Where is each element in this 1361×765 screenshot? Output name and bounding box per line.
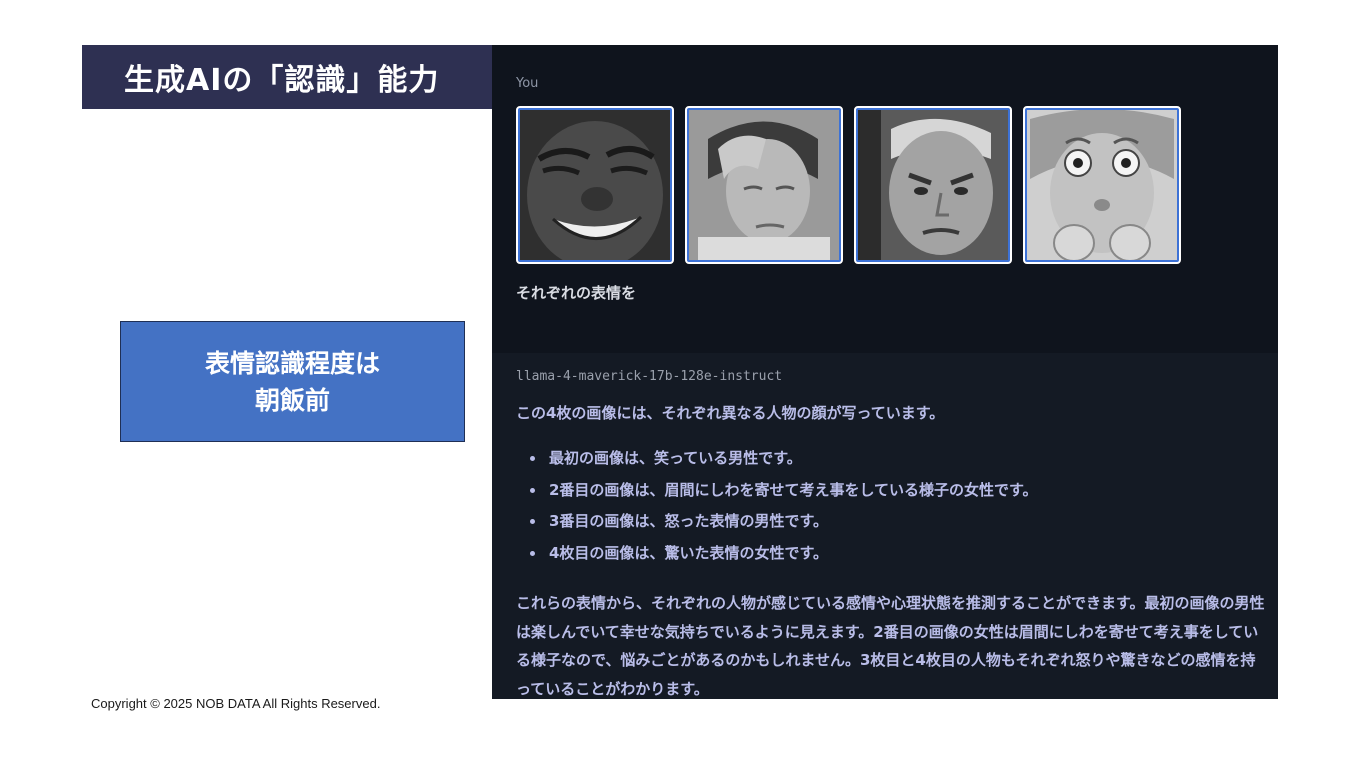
slide-title: 生成AIの「認識」能力 xyxy=(82,45,492,109)
user-prompt: それぞれの表情を xyxy=(516,284,637,302)
attached-images xyxy=(516,106,1181,264)
chat-screenshot: You それぞれの表情を llama-4-maverick-17b-128e-i… xyxy=(492,45,1278,699)
copyright-notice: Copyright © 2025 NOB DATA All Rights Res… xyxy=(91,696,381,711)
surprised-woman-photo[interactable] xyxy=(1023,106,1181,264)
callout-line-1: 表情認識程度は xyxy=(204,348,380,378)
list-item: 3番目の画像は、怒った表情の男性です。 xyxy=(528,511,1038,543)
angry-man-photo[interactable] xyxy=(854,106,1012,264)
laughing-man-photo[interactable] xyxy=(516,106,674,264)
response-summary: これらの表情から、それぞれの人物が感じている感情や心理状態を推測することができま… xyxy=(516,594,1265,698)
response-intro: この4枚の画像には、それぞれ異なる人物の顔が写っています。 xyxy=(516,404,945,422)
pensive-woman-photo[interactable] xyxy=(685,106,843,264)
sender-label: You xyxy=(516,76,539,91)
list-item: 最初の画像は、笑っている男性です。 xyxy=(528,448,1038,480)
list-item: 4枚目の画像は、驚いた表情の女性です。 xyxy=(528,543,1038,575)
response-bullet-list: 最初の画像は、笑っている男性です。 2番目の画像は、眉間にしわを寄せて考え事をし… xyxy=(528,448,1038,574)
list-item: 2番目の画像は、眉間にしわを寄せて考え事をしている様子の女性です。 xyxy=(528,480,1038,512)
callout-box: 表情認識程度は 朝飯前 xyxy=(120,321,465,442)
callout-line-2: 朝飯前 xyxy=(254,385,330,415)
model-name: llama-4-maverick-17b-128e-instruct xyxy=(516,369,783,384)
assistant-message: llama-4-maverick-17b-128e-instruct この4枚の… xyxy=(492,353,1278,699)
user-message: You それぞれの表情を xyxy=(492,45,1278,353)
